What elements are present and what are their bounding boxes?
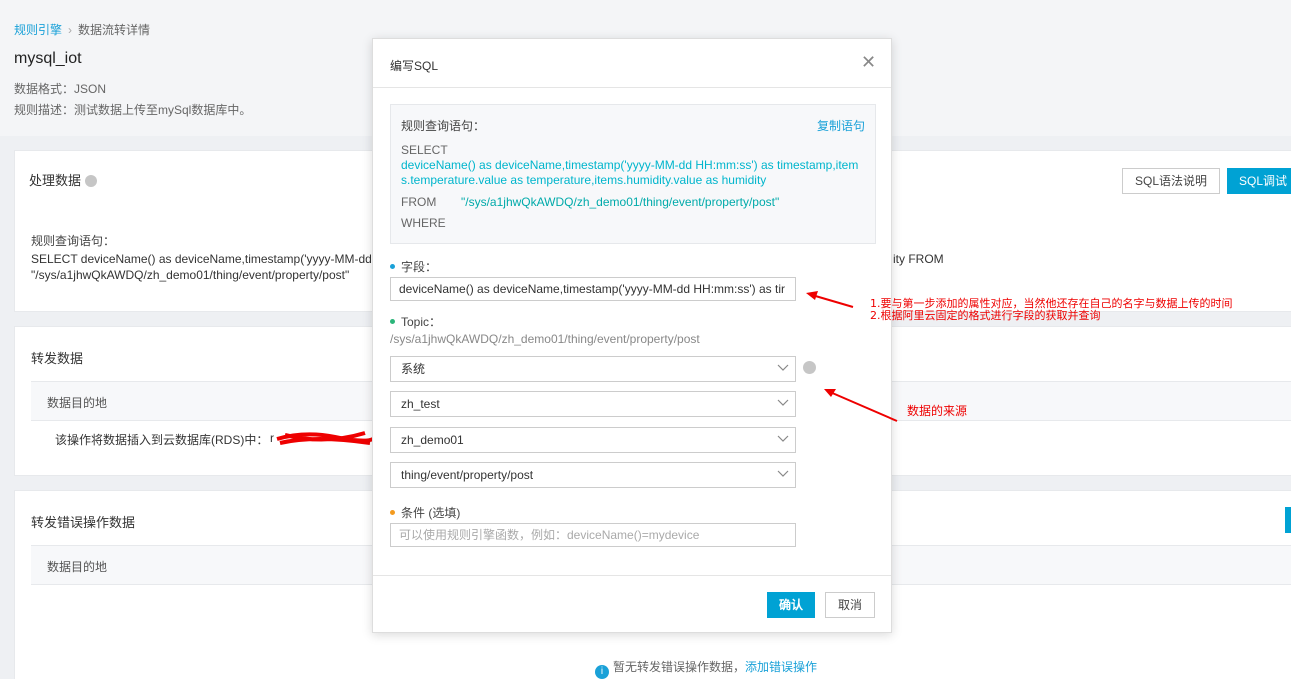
arrow-to-source	[829, 391, 898, 422]
arrow-head-field	[806, 291, 818, 300]
arrow-to-field	[811, 294, 854, 308]
annotation-note-2: 2.根据阿里云固定的格式进行字段的获取并查询	[870, 309, 1101, 322]
annotation-note-3: 数据的来源	[907, 404, 968, 418]
annotation-arrows	[806, 291, 898, 422]
